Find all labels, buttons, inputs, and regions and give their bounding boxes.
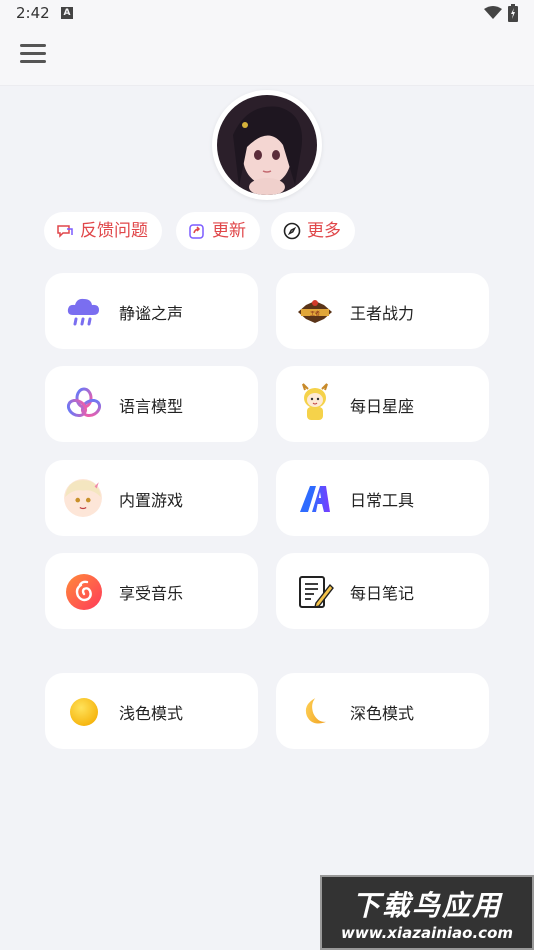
- card-label: 深色模式: [350, 704, 415, 723]
- watermark-title: 下载鸟应用: [351, 888, 502, 922]
- game-character-icon: [64, 479, 102, 517]
- card-label: 浅色模式: [119, 704, 184, 723]
- crescent-moon-icon: [305, 698, 327, 724]
- hamburger-menu-icon[interactable]: [20, 44, 48, 68]
- feedback-label: 反馈问题: [80, 221, 148, 241]
- app-bar: [0, 28, 534, 86]
- dark-mode-button[interactable]: 深色模式: [276, 673, 489, 749]
- tools-logo-icon: [300, 486, 330, 512]
- card-label: 每日笔记: [350, 584, 415, 603]
- status-time: 2:42: [16, 4, 50, 22]
- more-button[interactable]: 更多: [271, 212, 355, 250]
- netease-music-icon: [66, 574, 102, 610]
- card-label: 语言模型: [119, 397, 184, 416]
- share-update-icon: [189, 224, 204, 239]
- wifi-icon: [484, 6, 502, 19]
- light-mode-button[interactable]: 浅色模式: [45, 673, 258, 749]
- card-language-model[interactable]: 语言模型: [45, 366, 258, 442]
- notification-icon: A: [61, 7, 73, 19]
- card-daily-horoscope[interactable]: 每日星座: [276, 366, 489, 442]
- rain-cloud-icon: [67, 298, 99, 326]
- card-king-power[interactable]: 王者 王者战力: [276, 273, 489, 349]
- update-label: 更新: [212, 221, 246, 241]
- watermark-url: www.xiazainiao.com: [340, 923, 514, 942]
- anime-girl-avatar-icon: [217, 95, 317, 195]
- status-bar: 2:42 A: [0, 0, 534, 28]
- battery-charging-icon: [508, 4, 518, 22]
- card-label: 王者战力: [350, 304, 415, 323]
- card-daily-tools[interactable]: 日常工具: [276, 460, 489, 536]
- card-enjoy-music[interactable]: 享受音乐: [45, 553, 258, 629]
- card-built-in-games[interactable]: 内置游戏: [45, 460, 258, 536]
- notepad-icon: [299, 576, 334, 608]
- avatar[interactable]: [212, 90, 322, 200]
- feedback-icon: [57, 225, 73, 238]
- compass-icon: [283, 222, 301, 240]
- card-daily-notes[interactable]: 每日笔记: [276, 553, 489, 629]
- card-label: 内置游戏: [119, 491, 184, 510]
- horoscope-character-icon: [302, 383, 328, 420]
- card-label: 每日星座: [350, 397, 415, 416]
- card-quiet-sound[interactable]: 静谧之声: [45, 273, 258, 349]
- watermark: 下载鸟应用 www.xiazainiao.com: [320, 875, 534, 950]
- update-button[interactable]: 更新: [176, 212, 260, 250]
- card-label: 日常工具: [350, 491, 415, 510]
- feedback-button[interactable]: 反馈问题: [44, 212, 162, 250]
- card-label: 静谧之声: [119, 304, 184, 323]
- openai-icon: [66, 387, 102, 418]
- more-label: 更多: [307, 221, 341, 241]
- game-logo-icon: 王者: [298, 300, 332, 323]
- card-label: 享受音乐: [119, 584, 184, 603]
- sun-circle-icon: [70, 698, 98, 726]
- svg-text:王者: 王者: [310, 311, 320, 317]
